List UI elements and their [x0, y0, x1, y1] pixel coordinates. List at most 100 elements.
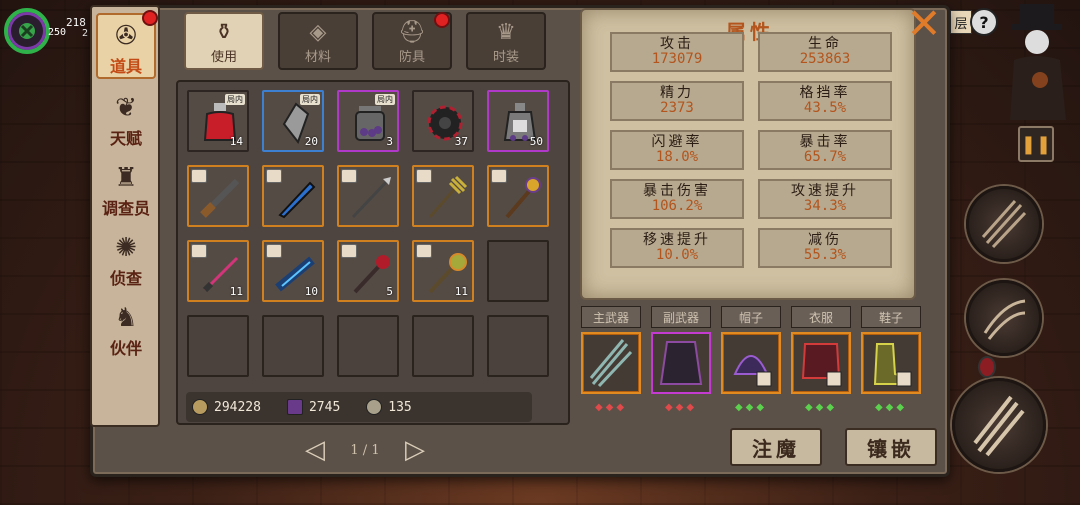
notification-dot [434, 12, 450, 28]
helmet-gear-icon [733, 355, 772, 387]
currency-value: 135 [388, 399, 412, 415]
hat-icon: ♛ [496, 20, 516, 45]
inventory-slot-empty[interactable] [487, 315, 549, 377]
attr-move-speed: 移速提升 10.0% [610, 228, 744, 268]
purple-book-icon [286, 399, 303, 415]
claw-slash-icon [981, 200, 1027, 249]
prev-page-button[interactable]: ◁ [300, 435, 330, 465]
tab-material[interactable]: ◈ 材料 [278, 12, 358, 70]
investigator-icon: ♜ [114, 163, 138, 193]
attr-label: 生命 [808, 35, 842, 52]
slot-count: 14 [229, 135, 243, 148]
equip-rank-dots: ◆◆◆ [734, 402, 768, 413]
equip-rank-dots: ◆◆◆ [804, 402, 838, 413]
slash-icon [983, 299, 1026, 340]
slot-count: 37 [454, 135, 468, 148]
inlay-button[interactable]: 镶嵌 [845, 428, 937, 466]
attr-value: 18.0% [655, 149, 699, 165]
attr-label: 减伤 [808, 231, 842, 248]
inventory-slot[interactable]: 局内 3 [337, 90, 399, 152]
inventory-slot[interactable]: 10 [262, 240, 324, 302]
currency-book: 2745 [286, 399, 340, 415]
tab-label: 时装 [492, 50, 519, 65]
attr-label: 攻击 [660, 35, 694, 52]
inventory-slot-empty[interactable] [487, 240, 549, 302]
inventory-slot[interactable] [412, 165, 474, 227]
inventory-slot[interactable]: 11 [412, 240, 474, 302]
attr-block: 格挡率 43.5% [758, 81, 892, 121]
inventory-slot[interactable]: 11 [187, 240, 249, 302]
equip-label-hat: 帽子 [721, 306, 781, 328]
spear-icon [351, 177, 391, 219]
side-tab-partner[interactable]: ♞ 伙伴 [96, 293, 156, 359]
scout-icon: ✺ [115, 233, 137, 263]
equip-slot-sub-weapon[interactable] [651, 332, 711, 394]
inventory-slot[interactable]: 局内 20 [262, 90, 324, 152]
player-level-ring[interactable] [4, 8, 50, 54]
partner-icon: ♞ [114, 303, 138, 333]
inventory-slot[interactable] [487, 165, 549, 227]
bag-icon: ✇ [115, 21, 137, 51]
inventory-slot-empty[interactable] [262, 315, 324, 377]
side-tab-label: 道具 [109, 57, 142, 76]
inventory-slot[interactable] [337, 165, 399, 227]
tab-label: 使用 [210, 50, 237, 65]
attr-attack: 攻击 173079 [610, 32, 744, 72]
equip-rank-dots: ◆◆◆ [664, 402, 698, 413]
equip-slot-hat[interactable] [721, 332, 781, 394]
attr-value: 10.0% [655, 247, 699, 263]
inventory-slot[interactable]: 局内 14 [187, 90, 249, 152]
health-potion-icon[interactable] [978, 356, 996, 378]
close-button[interactable]: ✕ [904, 3, 944, 45]
help-button[interactable]: ? [970, 8, 998, 36]
rifle-icon [200, 178, 240, 218]
inventory-slot[interactable] [187, 165, 249, 227]
hud-sub-number-2: 2 [82, 28, 89, 39]
notification-dot [142, 10, 158, 26]
boots-icon [873, 343, 912, 387]
slot-count: 20 [304, 135, 318, 148]
side-tab-investigator[interactable]: ♜ 调查员 [96, 153, 156, 219]
inventory-slot-empty[interactable] [187, 315, 249, 377]
side-tab-label: 调查员 [101, 199, 150, 218]
tab-use[interactable]: ⚱ 使用 [184, 12, 264, 70]
cross-icon [19, 23, 35, 39]
attr-label: 精力 [660, 84, 694, 101]
armor-icon [801, 343, 842, 387]
pause-button[interactable]: ❚❚ [1018, 126, 1054, 162]
slot-count: 5 [386, 285, 393, 298]
skill-button-1[interactable] [966, 186, 1042, 262]
silver-coin-icon [366, 399, 383, 415]
pager: ◁ 1 / 1 ▷ [300, 432, 430, 468]
claw-weapon-icon [589, 339, 633, 388]
equip-label-main-weapon: 主武器 [581, 306, 641, 328]
skill-button-2[interactable] [966, 280, 1042, 356]
attack-button[interactable] [952, 378, 1046, 472]
equip-slot-main-weapon[interactable] [581, 332, 641, 394]
attr-label: 攻速提升 [791, 182, 859, 199]
enchant-button[interactable]: 注魔 [730, 428, 822, 466]
attr-value: 43.5% [803, 100, 847, 116]
talent-icon: ❦ [115, 93, 137, 123]
inventory-slot[interactable] [262, 165, 324, 227]
side-tab-scout[interactable]: ✺ 侦查 [96, 223, 156, 289]
inventory-slot-empty[interactable] [412, 315, 474, 377]
equip-slot-shoes[interactable] [861, 332, 921, 394]
inventory-slot[interactable]: 50 [487, 90, 549, 152]
currency-value: 294228 [214, 399, 261, 415]
tab-label: 防具 [398, 50, 425, 65]
inventory-slot[interactable]: 37 [412, 90, 474, 152]
tab-fashion[interactable]: ♛ 时装 [466, 12, 546, 70]
attr-damage-reduction: 减伤 55.3% [758, 228, 892, 268]
attr-hp: 生命 253863 [758, 32, 892, 72]
slot-count: 3 [386, 135, 393, 148]
inventory-slot-empty[interactable] [337, 315, 399, 377]
side-tab-talent[interactable]: ❦ 天赋 [96, 83, 156, 149]
bottle-icon: ⚱ [214, 20, 234, 45]
next-page-button[interactable]: ▷ [400, 435, 430, 465]
attr-label: 格挡率 [799, 84, 851, 101]
inventory-slot[interactable]: 5 [337, 240, 399, 302]
equip-rank-dots: ◆◆◆ [594, 402, 628, 413]
currency-bar: 294228 2745 135 [186, 392, 532, 422]
equip-slot-clothes[interactable] [791, 332, 851, 394]
